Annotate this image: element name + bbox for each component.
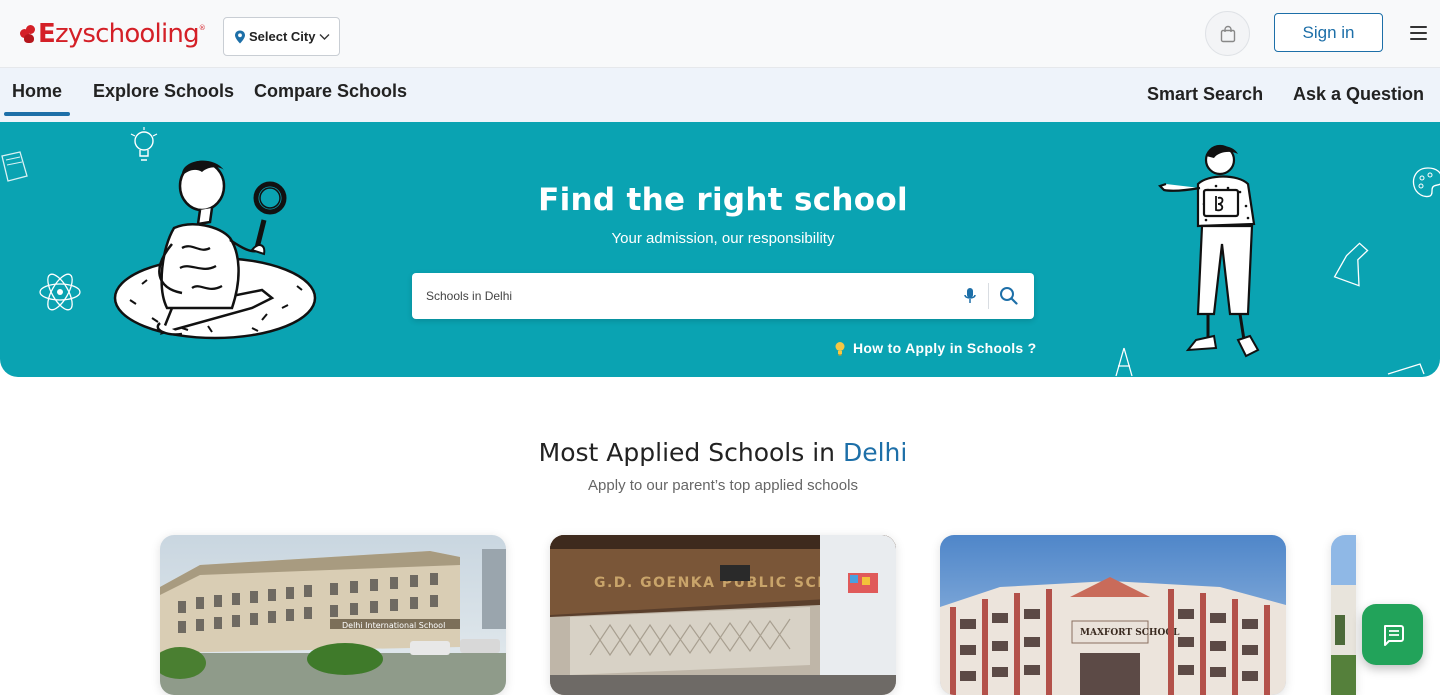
school-search-box <box>412 273 1034 319</box>
section-title-city: Delhi <box>842 438 908 467</box>
shopping-bag-icon <box>1220 25 1235 42</box>
how-to-apply-label: How to Apply in Schools ? <box>853 340 1037 356</box>
main-nav: Home Explore Schools Compare Schools Sma… <box>0 68 1440 122</box>
select-city-label: Select City <box>249 29 316 44</box>
school-card[interactable]: Delhi International School <box>160 535 506 695</box>
nav-smart-search[interactable]: Smart Search <box>1147 84 1263 105</box>
chevron-down-icon <box>319 33 330 40</box>
school-photo-gd-goenka-reception: G.D. GOENKA PUBLIC SCHOOL <box>550 535 896 695</box>
cart-button[interactable] <box>1205 11 1250 56</box>
nav-compare-schools[interactable]: Compare Schools <box>254 81 407 102</box>
chat-message-icon <box>1383 624 1404 646</box>
nav-home[interactable]: Home <box>12 81 62 102</box>
school-card[interactable] <box>1331 535 1356 695</box>
school-card[interactable]: MAXFORT SCHOOL <box>940 535 1286 695</box>
section-subtitle: Apply to our parent’s top applied school… <box>588 477 858 494</box>
section-title-prefix: Most Applied Schools in <box>538 438 843 467</box>
chat-support-button[interactable] <box>1362 604 1423 665</box>
hero-title: Find the right school <box>538 182 908 218</box>
hero-banner: Find the right school Your admission, ou… <box>0 122 1440 377</box>
school-search-input[interactable] <box>426 285 946 307</box>
logo-registered-mark: ® <box>198 24 206 32</box>
search-icon[interactable] <box>999 286 1018 305</box>
logo-text: Ezyschooling <box>38 19 200 49</box>
atom-doodle-icon <box>39 273 81 311</box>
ezyschooling-logo[interactable]: Ezyschooling ® <box>20 18 206 50</box>
nav-explore-schools[interactable]: Explore Schools <box>93 81 234 102</box>
top-header: Ezyschooling ® Select City Sign in <box>0 0 1440 68</box>
nav-active-indicator <box>4 112 70 116</box>
section-title: Most Applied Schools in Delhi <box>0 438 1440 467</box>
sign-in-button[interactable]: Sign in <box>1274 13 1383 52</box>
search-divider <box>988 283 989 309</box>
student-pointing-illustration <box>1158 144 1260 358</box>
school-sign-text: MAXFORT SCHOOL <box>1080 628 1180 638</box>
compass-doodle-icon <box>1115 347 1133 377</box>
hamburger-menu-icon[interactable] <box>1410 24 1428 40</box>
school-photo-partial <box>1331 535 1356 695</box>
lightbulb-icon <box>835 341 845 355</box>
how-to-apply-link[interactable]: How to Apply in Schools ? <box>834 340 1037 356</box>
hero-subtitle: Your admission, our responsibility <box>611 230 835 247</box>
logo-mark-icon <box>20 25 36 43</box>
microphone-icon[interactable] <box>964 287 976 305</box>
nav-ask-question[interactable]: Ask a Question <box>1293 84 1424 105</box>
ruler-doodle-icon <box>1387 363 1425 375</box>
school-photo-maxfort: MAXFORT SCHOOL <box>940 535 1286 695</box>
select-city-dropdown[interactable]: Select City <box>223 17 340 56</box>
school-photo-delhi-international: Delhi International School <box>160 535 506 695</box>
book-doodle-icon <box>1 151 28 182</box>
school-sign-text: Delhi International School <box>342 621 445 630</box>
school-card[interactable]: G.D. GOENKA PUBLIC SCHOOL <box>550 535 896 695</box>
location-pin-icon <box>235 30 245 43</box>
